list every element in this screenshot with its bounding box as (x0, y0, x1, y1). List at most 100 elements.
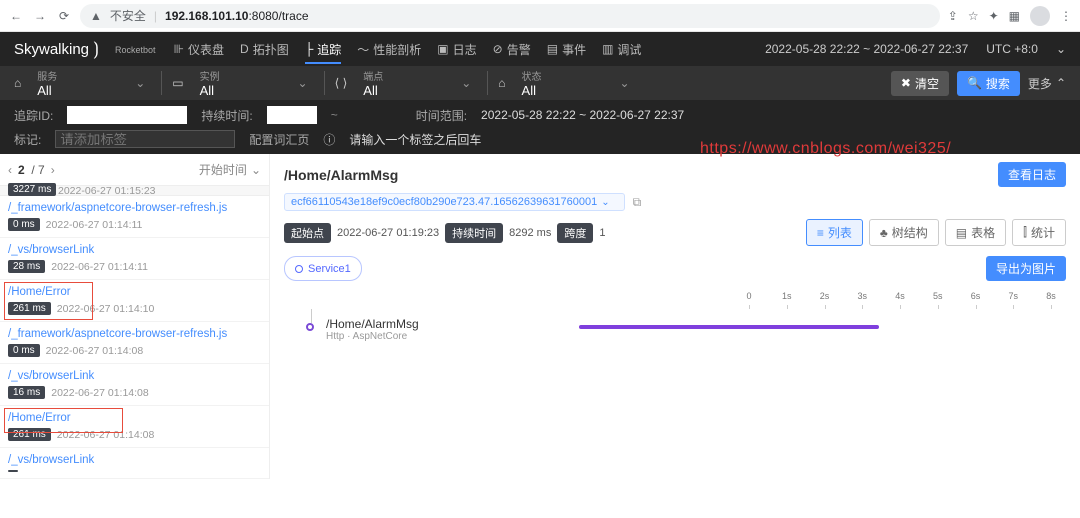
insecure-label: 不安全 (110, 7, 146, 24)
tab-event[interactable]: ▤ 事件 (547, 41, 586, 58)
item-path: /_vs/browserLink (8, 370, 261, 382)
duration-label: 持续时间 (445, 223, 503, 243)
forward-icon[interactable]: → (32, 8, 48, 24)
tab-trace[interactable]: ├ 追踪 (305, 41, 342, 64)
list-item[interactable]: 3227 ms 2022-06-27 01:15:23 (0, 186, 269, 196)
filter-bar: ⌂ 服务All ⌄ ▭ 实例All ⌄ ⟨ ⟩ 端点All ⌄ ⌂ 状态All … (0, 66, 1080, 100)
instance-icon: ▭ (172, 76, 183, 90)
copy-icon[interactable]: ⧉ (633, 195, 642, 210)
address-bar[interactable]: ▲ 不安全 | 192.168.101.10:8080/trace (80, 4, 940, 28)
item-path: /_vs/browserLink (8, 454, 261, 466)
traceid-label: 追踪ID: (14, 107, 53, 124)
page-next[interactable]: › (51, 163, 55, 177)
extensions-icon[interactable]: ✦ (989, 9, 999, 23)
instance-select[interactable]: 实例All ⌄ (194, 68, 314, 98)
tab-debug[interactable]: ▥ 调试 (602, 41, 641, 58)
ruler-tick: 1s (772, 291, 802, 301)
tag-label: 标记: (14, 131, 41, 148)
ruler-tick: 8s (1036, 291, 1066, 301)
back-icon[interactable]: ← (8, 8, 24, 24)
chevron-down-icon: ⌄ (251, 163, 261, 177)
brand-name: Skywalking (14, 41, 89, 58)
search-button[interactable]: 🔍 搜索 (957, 71, 1020, 96)
list-item[interactable]: /_vs/browserLink16 ms2022-06-27 01:14:08 (0, 364, 269, 406)
ruler-tick: 2s (810, 291, 840, 301)
view-list-button[interactable]: ≡ 列表 (806, 219, 863, 246)
endpoint-select[interactable]: 端点All ⌄ (357, 68, 477, 98)
start-label: 起始点 (284, 223, 331, 243)
trace-id: ecf66110543e18ef9c0ecf80b290e723.47.1656… (291, 196, 597, 208)
tab-alarm[interactable]: ⊘ 告警 (493, 41, 531, 58)
circle-icon (295, 265, 303, 273)
duration-pill: 0 ms (8, 344, 40, 357)
ruler-tick: 5s (923, 291, 953, 301)
tab-profile[interactable]: 〜 性能剖析 (357, 41, 421, 58)
duration-value: 8292 ms (509, 227, 551, 239)
status-select[interactable]: 状态All ⌄ (516, 68, 636, 98)
list-item[interactable]: /Home/Error261 ms2022-06-27 01:14:10 (0, 280, 269, 322)
brand-sub: Rocketbot (115, 45, 156, 55)
watermark: https://www.cnblogs.com/wei325/ (700, 140, 951, 158)
list-item[interactable]: /_framework/aspnetcore-browser-refresh.j… (0, 322, 269, 364)
menu-icon[interactable]: ⋮ (1060, 9, 1072, 23)
span-node-icon[interactable] (306, 323, 314, 331)
service-select[interactable]: 服务All ⌄ (31, 68, 151, 98)
view-stat-button[interactable]: ⫿ 统计 (1012, 219, 1066, 246)
list-item[interactable]: /_vs/browserLink (0, 448, 269, 479)
export-image-button[interactable]: 导出为图片 (986, 256, 1066, 281)
dict-link[interactable]: 配置词汇页 (249, 131, 309, 148)
reload-icon[interactable]: ⟳ (56, 8, 72, 24)
profile-avatar[interactable] (1030, 6, 1050, 26)
url-host: 192.168.101.10 (165, 9, 248, 23)
page-total: / 7 (31, 163, 44, 177)
list-item[interactable]: /_vs/browserLink 28 ms 2022-06-27 01:14:11 (0, 238, 269, 280)
browser-chrome: ← → ⟳ ▲ 不安全 | 192.168.101.10:8080/trace … (0, 0, 1080, 32)
duration-label: 持续时间: (201, 107, 252, 124)
trace-list: ‹ 2 / 7 › 开始时间 ⌄ 3227 ms 2022-06-27 01:1… (0, 154, 270, 479)
url-path: /trace (278, 9, 308, 23)
tab-log[interactable]: ▣ 日志 (437, 41, 476, 58)
tab-topology[interactable]: D 拓扑图 (240, 41, 289, 58)
sort-select[interactable]: 开始时间 ⌄ (199, 161, 261, 178)
duration-pill: 0 ms (8, 218, 40, 231)
duration-pill: 28 ms (8, 260, 45, 273)
item-path: /_vs/browserLink (8, 244, 261, 256)
view-table-button[interactable]: ▤ 表格 (945, 219, 1006, 246)
page-prev[interactable]: ‹ (8, 163, 12, 177)
trace-id-select[interactable]: ecf66110543e18ef9c0ecf80b290e723.47.1656… (284, 193, 625, 211)
chevron-down-icon[interactable]: ⌄ (1056, 42, 1066, 56)
tag-input[interactable] (55, 130, 235, 148)
range-label: 时间范围: (416, 107, 467, 124)
span-value: 1 (599, 227, 605, 239)
chevron-down-icon: ⌄ (461, 76, 471, 90)
span-label[interactable]: /Home/AlarmMsg Http · AspNetCore (326, 317, 419, 342)
list-item[interactable]: /_framework/aspnetcore-browser-refresh.j… (0, 196, 269, 238)
tab-dashboard[interactable]: ⊪ 仪表盘 (174, 41, 224, 58)
tag-hint: 请输入一个标签之后回车 (349, 131, 481, 148)
view-tree-button[interactable]: ♣ 树结构 (869, 219, 939, 246)
chevron-down-icon: ⌄ (601, 197, 609, 208)
chevron-down-icon: ⌄ (619, 76, 629, 90)
header-timerange[interactable]: 2022-05-28 22:22 ~ 2022-06-27 22:37 (765, 42, 968, 56)
share-icon[interactable]: ⇪ (948, 9, 958, 23)
clear-button[interactable]: ✖ 清空 (891, 71, 949, 96)
star-icon[interactable]: ☆ (968, 9, 979, 23)
duration-min-input[interactable] (267, 106, 317, 124)
more-button[interactable]: 更多 ⌃ (1028, 75, 1066, 92)
duration-pill: 3227 ms (8, 183, 56, 196)
timestamp: 2022-06-27 01:14:11 (51, 261, 148, 273)
duration-pill (8, 470, 18, 472)
item-path: /_framework/aspnetcore-browser-refresh.j… (8, 202, 261, 214)
range-value: 2022-05-28 22:22 ~ 2022-06-27 22:37 (481, 108, 684, 122)
list-item[interactable]: /Home/Error261 ms2022-06-27 01:14:08 (0, 406, 269, 448)
view-log-button[interactable]: 查看日志 (998, 162, 1066, 187)
puzzle-icon[interactable]: ▦ (1009, 9, 1020, 23)
traceid-input[interactable] (67, 106, 187, 124)
span-bar (579, 325, 879, 329)
chevron-down-icon: ⌄ (135, 76, 145, 90)
header-tz[interactable]: UTC +8:0 (986, 42, 1038, 56)
item-path: /_framework/aspnetcore-browser-refresh.j… (8, 328, 261, 340)
service-chip[interactable]: Service1 (284, 256, 362, 281)
url-port: :8080 (248, 9, 278, 23)
trace-detail: /Home/AlarmMsg 查看日志 ecf66110543e18ef9c0e… (270, 154, 1080, 479)
